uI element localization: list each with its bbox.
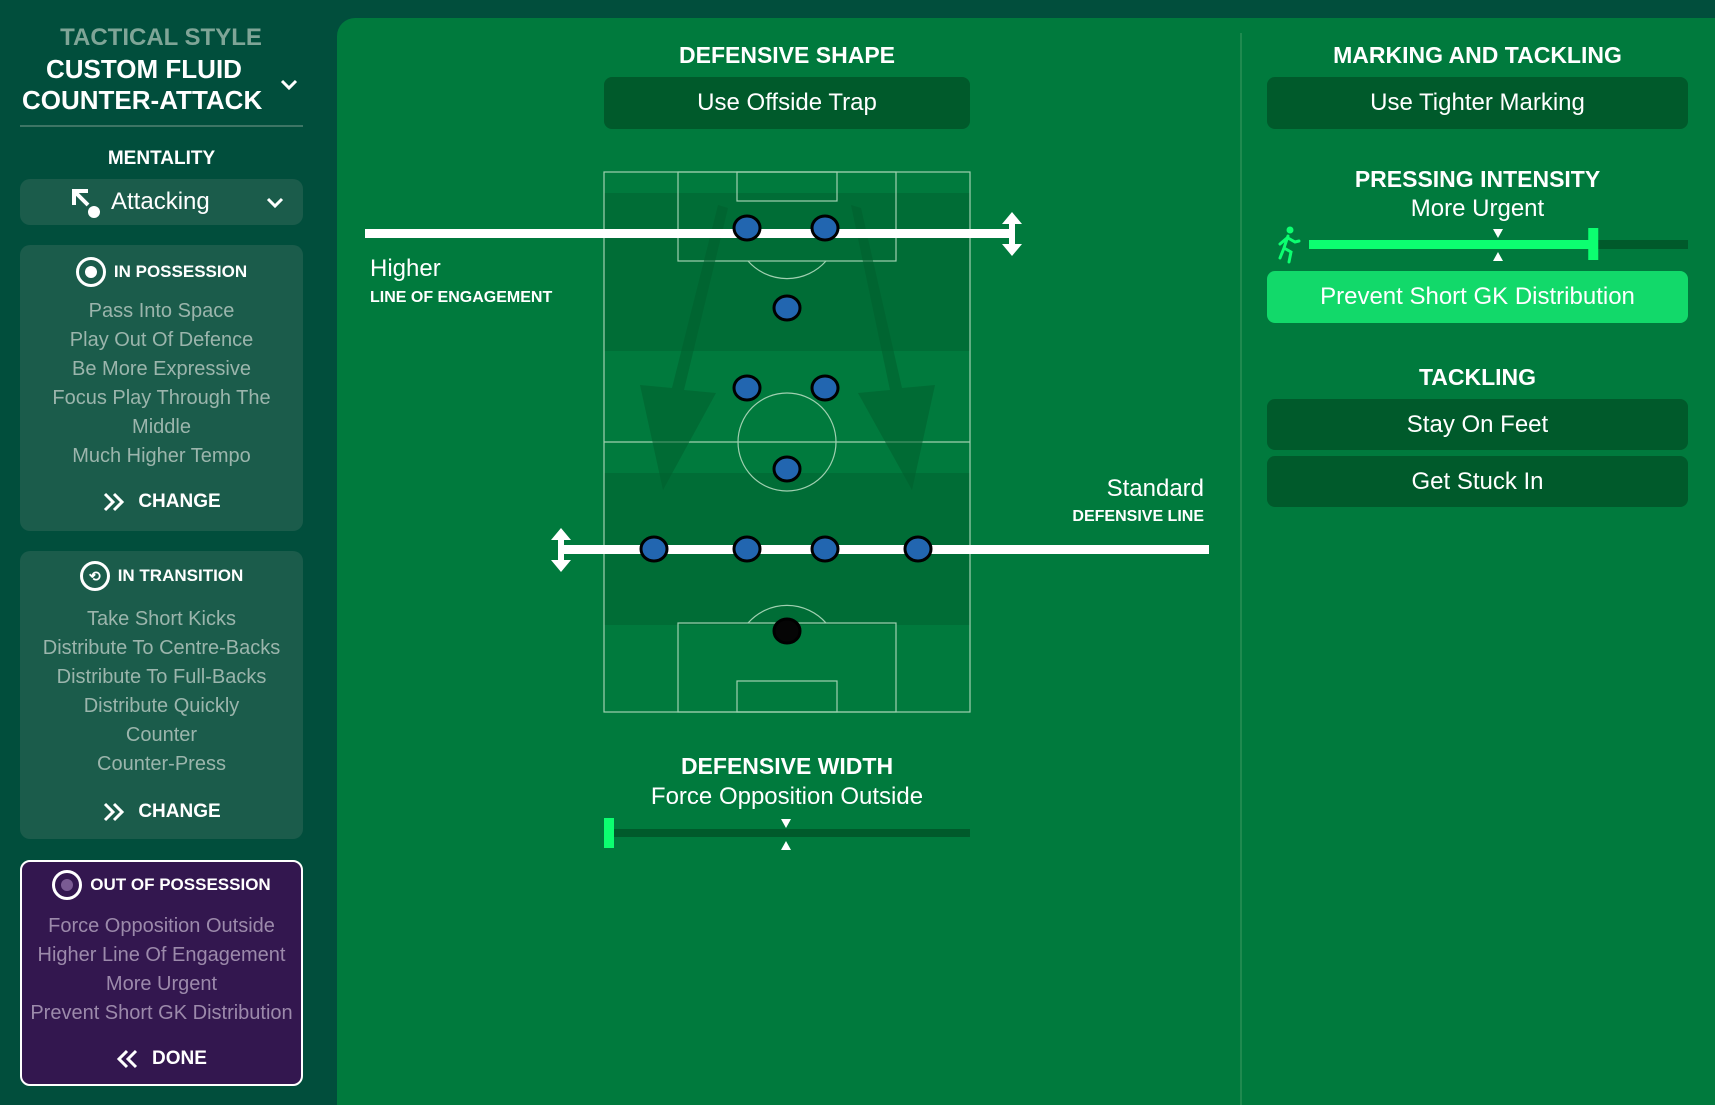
player-marker[interactable] (810, 535, 840, 563)
player-marker[interactable] (732, 374, 762, 402)
player-marker[interactable] (772, 455, 802, 483)
goalkeeper-marker[interactable] (772, 617, 802, 645)
running-player-icon (1278, 226, 1301, 264)
tighter-marking-button[interactable]: Use Tighter Marking (1267, 77, 1688, 129)
pressing-intensity-title: PRESSING INTENSITY (1354, 166, 1601, 192)
defensive-width-title: DEFENSIVE WIDTH (680, 753, 894, 779)
stay-on-feet-button[interactable]: Stay On Feet (1267, 399, 1688, 450)
pressing-intensity-slider[interactable] (1309, 228, 1688, 261)
player-marker[interactable] (732, 535, 762, 563)
prevent-short-gk-distribution-button[interactable]: Prevent Short GK Distribution (1267, 271, 1688, 323)
line-of-engagement-value: Higher (370, 255, 441, 282)
marking-tackling-title: MARKING AND TACKLING (1333, 42, 1622, 68)
player-marker[interactable] (810, 374, 840, 402)
defensive-width-slider[interactable] (604, 818, 970, 850)
slider-handle (1588, 228, 1599, 260)
player-marker[interactable] (903, 535, 933, 563)
player-marker[interactable] (732, 214, 762, 242)
pressing-intensity-value: More Urgent (1410, 195, 1545, 222)
slider-handle (604, 818, 614, 848)
defensive-line-label: DEFENSIVE LINE (1072, 508, 1204, 525)
get-stuck-in-button[interactable]: Get Stuck In (1267, 456, 1688, 507)
player-marker[interactable] (639, 535, 669, 563)
player-marker[interactable] (772, 294, 802, 322)
player-marker[interactable] (810, 214, 840, 242)
defensive-line-value: Standard (1106, 475, 1204, 502)
line-of-engagement-label: LINE OF ENGAGEMENT (370, 289, 553, 306)
tackling-title: TACKLING (1418, 364, 1537, 390)
defensive-width-value: Force Opposition Outside (650, 783, 924, 810)
